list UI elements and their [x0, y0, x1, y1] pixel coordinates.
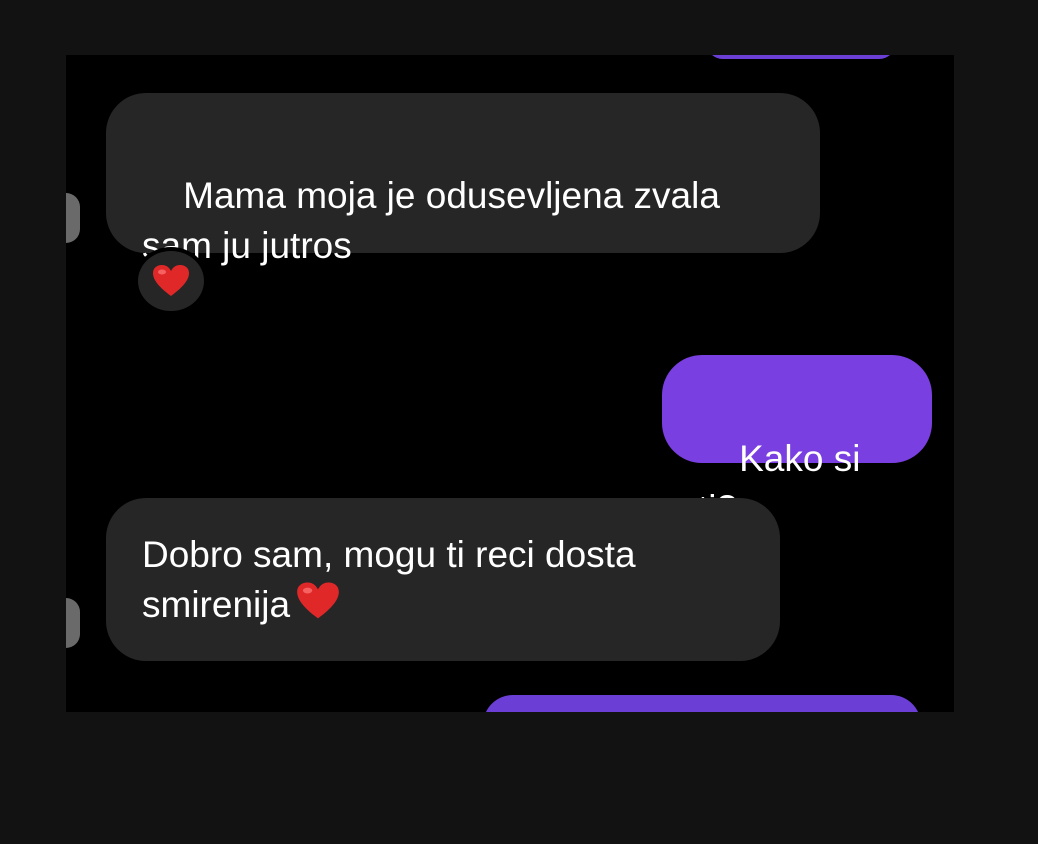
contact-avatar[interactable] — [66, 193, 80, 243]
outgoing-message-bubble-partial[interactable] — [706, 55, 896, 59]
contact-avatar[interactable] — [66, 598, 80, 648]
message-text: Mama moja je odusevljena zvala sam ju ju… — [142, 175, 720, 266]
heart-icon — [296, 581, 340, 634]
heart-icon — [152, 264, 190, 303]
outgoing-message-bubble-partial[interactable] — [483, 695, 921, 712]
message-reaction[interactable] — [134, 247, 208, 315]
outgoing-message-bubble[interactable]: Kako si ti? — [662, 355, 932, 529]
chat-screenshot: Mama moja je odusevljena zvala sam ju ju… — [66, 55, 954, 712]
incoming-message-bubble[interactable]: Mama moja je odusevljena zvala sam ju ju… — [106, 93, 820, 266]
message-text: Dobro sam, mogu ti reci dosta smirenija — [142, 534, 636, 625]
incoming-message-bubble[interactable]: Dobro sam, mogu ti reci dosta smirenija — [106, 498, 780, 661]
